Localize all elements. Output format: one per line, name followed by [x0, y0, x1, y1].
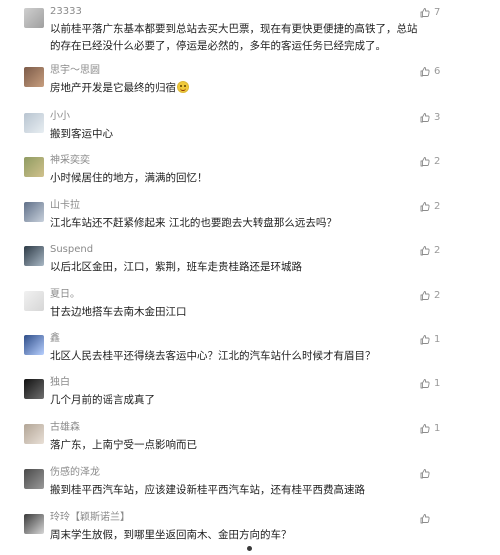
comment-text: 房地产开发是它最终的归宿 [50, 80, 425, 97]
avatar[interactable] [24, 469, 44, 489]
username[interactable]: 小小 [50, 111, 70, 123]
thumbs-up-icon [419, 378, 431, 390]
comment-item: 小小 搬到客运中心 3 [0, 111, 500, 141]
comment-text-content: 房地产开发是它最终的归宿 [50, 82, 176, 94]
comment-text: 甘去边地搭车去南木金田江口 [50, 306, 187, 318]
comment-item: 玲玲【颖斯诺兰】 周末学生放假，到哪里坐返回南木、金田方向的车？ [0, 512, 500, 542]
avatar[interactable] [24, 157, 44, 177]
comment-text: 北区人民去桂平还得绕去客运中心？江北的汽车站什么时候才有眉目？ [50, 350, 376, 362]
comment-item: 鑫 北区人民去桂平还得绕去客运中心？江北的汽车站什么时候才有眉目？ 1 [0, 333, 500, 363]
comment-item: 独白 几个月前的谣言成真了 1 [0, 377, 500, 407]
avatar[interactable] [24, 246, 44, 266]
avatar[interactable] [24, 291, 44, 311]
thumbs-up-icon [419, 334, 431, 346]
smile-emoji-icon [177, 81, 189, 93]
username[interactable]: 23333 [50, 6, 82, 18]
username[interactable]: 伤感的泽龙 [50, 467, 100, 479]
like-button[interactable]: 1 [419, 377, 442, 391]
like-count: 7 [434, 7, 441, 18]
comments-screen: 23333 以前桂平落广东基本都要到总站去买大巴票，现在有更快更便捷的高铁了，总… [0, 0, 500, 555]
avatar[interactable] [24, 514, 44, 534]
comment-item: Suspend 以后北区金田，江口，紫荆，班车走贵桂路还是环城路 2 [0, 244, 500, 274]
thumbs-up-icon [419, 290, 431, 302]
comment-item: 神采奕奕 小时候居住的地方，满满的回忆！ 2 [0, 155, 500, 185]
comment-text: 搬到桂平西汽车站，应该建设新桂平西汽车站，还有桂平西费高速路 [50, 484, 365, 496]
thumbs-up-icon [419, 201, 431, 213]
avatar[interactable] [24, 335, 44, 355]
like-count: 2 [434, 290, 441, 301]
like-button[interactable]: 2 [419, 244, 442, 258]
avatar[interactable] [24, 424, 44, 444]
comment-item: 思宇～思圆 房地产开发是它最终的归宿 6 [0, 65, 500, 95]
avatar[interactable] [24, 202, 44, 222]
like-count: 6 [434, 66, 441, 77]
like-count: 2 [434, 245, 441, 256]
username[interactable]: 山卡拉 [50, 200, 80, 212]
comment-text: 小时候居住的地方，满满的回忆！ [50, 172, 208, 184]
thumbs-up-icon [419, 156, 431, 168]
thumbs-up-icon [419, 245, 431, 257]
username[interactable]: 神采奕奕 [50, 155, 90, 167]
avatar[interactable] [24, 67, 44, 87]
like-button[interactable]: 2 [419, 200, 442, 214]
like-button[interactable] [419, 512, 442, 526]
comment-text: 周末学生放假，到哪里坐返回南木、金田方向的车？ [50, 529, 292, 541]
comment-text: 以前桂平落广东基本都要到总站去买大巴票，现在有更快更便捷的高铁了，总站的存在已经… [50, 23, 418, 52]
like-button[interactable]: 1 [419, 422, 442, 436]
username[interactable]: 夏日。 [50, 289, 80, 301]
username[interactable]: 古雄森 [50, 422, 80, 434]
username[interactable]: 独白 [50, 377, 70, 389]
thumbs-up-icon [419, 513, 431, 525]
thumbs-up-icon [419, 7, 431, 19]
comment-item: 夏日。 甘去边地搭车去南木金田江口 2 [0, 289, 500, 319]
thumbs-up-icon [419, 468, 431, 480]
like-button[interactable]: 7 [419, 6, 442, 20]
username[interactable]: 思宇～思圆 [50, 65, 100, 77]
like-count: 2 [434, 201, 441, 212]
like-button[interactable]: 2 [419, 155, 442, 169]
comment-text: 江北车站还不赶紧修起来 江北的也要跑去大转盘那么远去吗？ [50, 217, 337, 229]
comment-text: 落广东，上南宁受一点影响而已 [50, 439, 197, 451]
avatar[interactable] [24, 113, 44, 133]
avatar[interactable] [24, 8, 44, 28]
comment-text: 以后北区金田，江口，紫荆，班车走贵桂路还是环城路 [50, 261, 302, 273]
avatar[interactable] [24, 379, 44, 399]
username[interactable]: 玲玲【颖斯诺兰】 [50, 512, 130, 524]
like-button[interactable]: 3 [419, 111, 442, 125]
comment-item: 23333 以前桂平落广东基本都要到总站去买大巴票，现在有更快更便捷的高铁了，总… [0, 6, 500, 52]
like-button[interactable]: 6 [419, 65, 442, 79]
like-button[interactable]: 2 [419, 289, 442, 303]
like-count: 1 [434, 378, 441, 389]
thumbs-up-icon [419, 112, 431, 124]
scroll-indicator-dot [247, 546, 252, 551]
like-count: 1 [434, 334, 441, 345]
thumbs-up-icon [419, 423, 431, 435]
comment-item: 山卡拉 江北车站还不赶紧修起来 江北的也要跑去大转盘那么远去吗？ 2 [0, 200, 500, 230]
comment-item: 古雄森 落广东，上南宁受一点影响而已 1 [0, 422, 500, 452]
comment-item: 伤感的泽龙 搬到桂平西汽车站，应该建设新桂平西汽车站，还有桂平西费高速路 [0, 467, 500, 497]
like-button[interactable]: 1 [419, 333, 442, 347]
like-count: 3 [434, 112, 441, 123]
username[interactable]: Suspend [50, 244, 93, 256]
like-count: 2 [434, 156, 441, 167]
thumbs-up-icon [419, 66, 431, 78]
like-button[interactable] [419, 467, 442, 481]
comment-text: 搬到客运中心 [50, 128, 113, 140]
comment-text: 几个月前的谣言成真了 [50, 394, 155, 406]
username[interactable]: 鑫 [50, 333, 60, 345]
like-count: 1 [434, 423, 441, 434]
